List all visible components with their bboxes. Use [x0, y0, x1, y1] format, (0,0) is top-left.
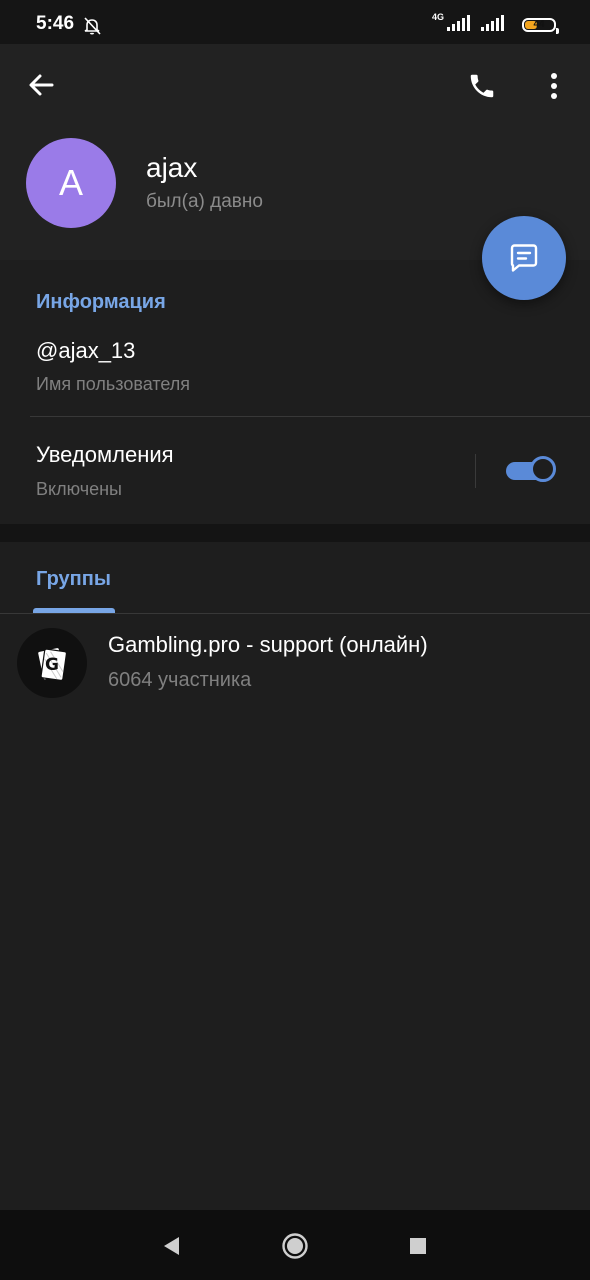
- group-avatar: G: [17, 628, 87, 698]
- avatar-letter: A: [58, 162, 83, 203]
- username-value: @ajax_13: [36, 338, 136, 363]
- svg-text:G: G: [45, 655, 59, 675]
- network-type-label: 4G: [432, 12, 445, 22]
- system-nav-bar: [0, 1210, 590, 1280]
- notifications-toggle[interactable]: [506, 456, 558, 486]
- status-bar: 5:46 4G 44: [0, 0, 590, 44]
- signal-icon: [444, 14, 474, 37]
- nav-recent-button[interactable]: [404, 1232, 432, 1260]
- status-time: 5:46: [36, 13, 75, 34]
- nav-recent-icon: [410, 1238, 426, 1254]
- notifications-row[interactable]: Уведомления Включены: [0, 417, 470, 523]
- list-item[interactable]: G Gambling.pro - support (онлайн) 6064 у…: [0, 614, 590, 714]
- group-name: Gambling.pro - support (онлайн): [108, 632, 428, 657]
- tab-groups-label: Группы: [36, 568, 111, 590]
- info-section-title: Информация: [36, 291, 166, 313]
- username-row[interactable]: @ajax_13 Имя пользователя: [0, 320, 590, 416]
- back-button[interactable]: [20, 64, 62, 106]
- notifications-title: Уведомления: [36, 442, 174, 467]
- info-section: Информация @ajax_13 Имя пользователя Уве…: [0, 260, 590, 524]
- signal-icon: [480, 14, 508, 37]
- last-seen-status: был(а) давно: [146, 191, 263, 212]
- section-gap: [0, 524, 590, 542]
- username-label: Имя пользователя: [36, 374, 191, 394]
- avatar[interactable]: A: [26, 138, 116, 228]
- profile-name: ajax: [146, 152, 198, 183]
- nav-back-icon: [164, 1237, 179, 1255]
- more-vertical-icon: [551, 73, 557, 99]
- notifications-status: Включены: [36, 479, 122, 499]
- tab-groups[interactable]: Группы: [0, 542, 150, 613]
- bell-off-icon: [82, 16, 102, 36]
- divider: [475, 454, 476, 488]
- groups-section: Группы G Gambling.pro - support (онлайн)…: [0, 542, 590, 1210]
- nav-home-icon: [282, 1233, 308, 1259]
- phone-icon: [470, 74, 494, 98]
- nav-back-button[interactable]: [157, 1232, 185, 1260]
- more-options-button[interactable]: [536, 64, 572, 108]
- battery-icon: 44: [522, 18, 559, 34]
- message-icon: [510, 244, 538, 272]
- status-icons: 4G 44: [432, 12, 559, 37]
- cards-logo-icon: G: [37, 647, 68, 681]
- battery-level: 44: [533, 19, 545, 30]
- arrow-left-icon: [29, 74, 54, 96]
- call-button[interactable]: [460, 64, 504, 108]
- send-message-button[interactable]: [482, 216, 566, 300]
- group-members-count: 6064 участника: [108, 669, 252, 691]
- nav-home-button[interactable]: [281, 1232, 309, 1260]
